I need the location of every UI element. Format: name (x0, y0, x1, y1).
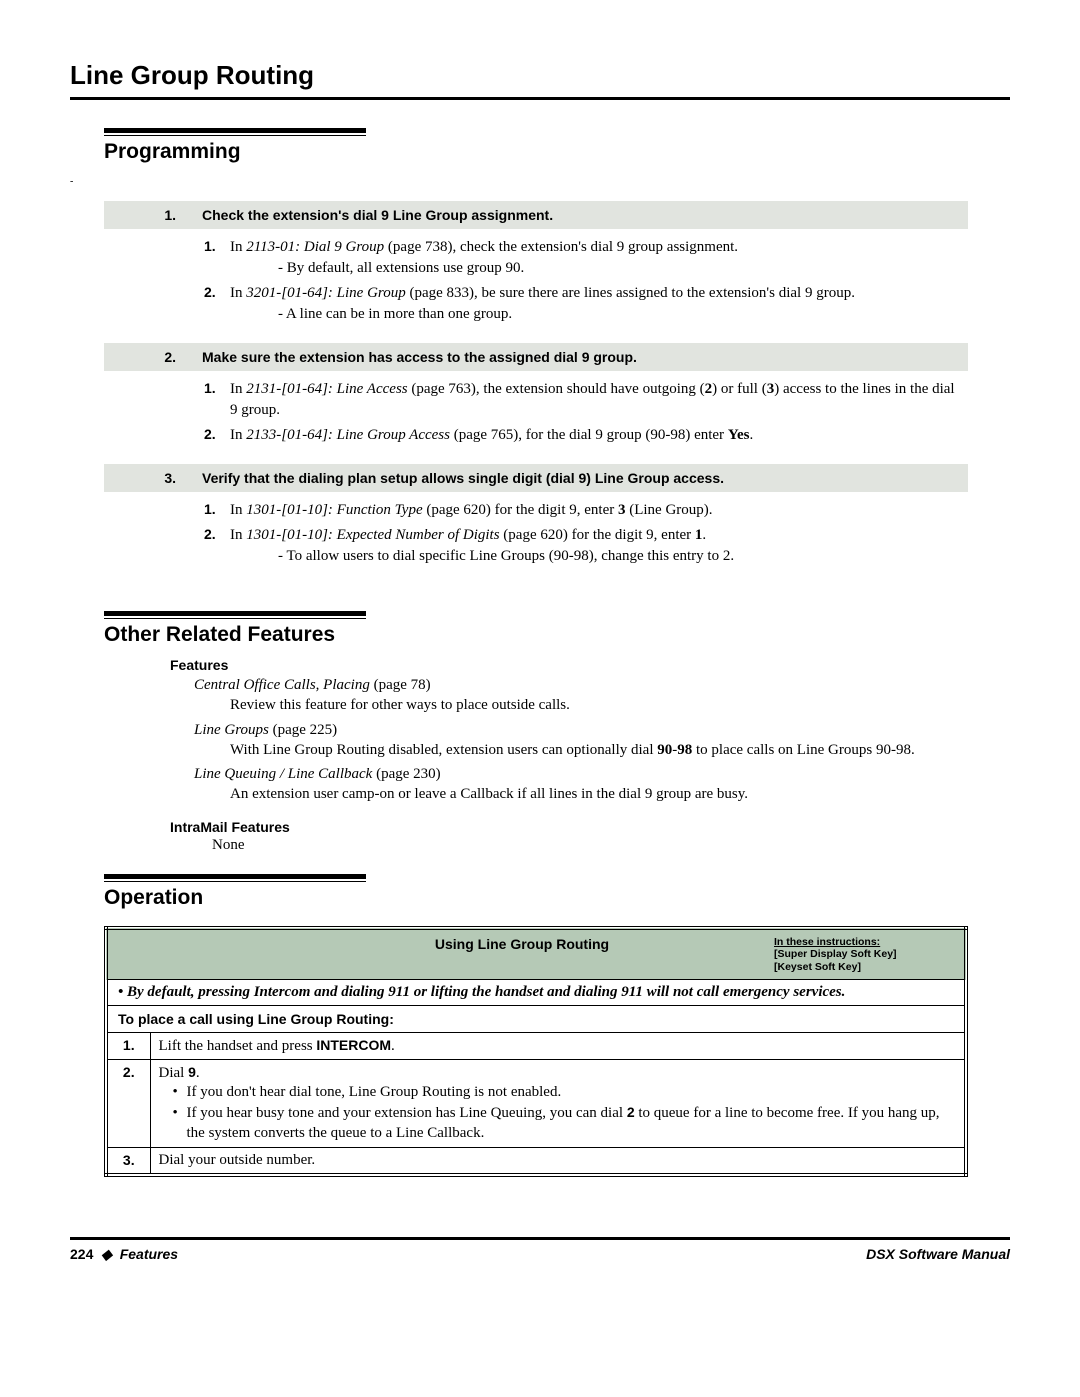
op-sub-head-row: To place a call using Line Group Routing… (106, 1006, 966, 1033)
prog-header-row: 3. Verify that the dialing plan setup al… (104, 464, 968, 492)
section-operation-head: Operation (104, 874, 1010, 910)
section-heading: Programming (104, 140, 1010, 164)
programming-table: 1. Check the extension's dial 9 Line Gro… (104, 201, 968, 585)
features-label: Features (170, 657, 1010, 673)
op-step-row: 2. Dial 9. If you don't hear dial tone, … (106, 1060, 966, 1148)
prog-header-row: 1. Check the extension's dial 9 Line Gro… (104, 201, 968, 229)
op-table-title: Using Line Group Routing (116, 936, 758, 952)
op-warning-text: By default, pressing Intercom and dialin… (132, 984, 956, 1001)
page-number: 224 (70, 1246, 93, 1262)
op-table-head: Using Line Group Routing In these instru… (106, 928, 966, 980)
prog-step-num: 1. (104, 201, 194, 229)
features-block: Features Central Office Calls, Placing (… (170, 657, 1010, 854)
feature-item: Central Office Calls, Placing (page 78) … (194, 675, 1010, 716)
prog-body-row: 1.In 2131-[01-64]: Line Access (page 763… (104, 371, 968, 464)
section-programming-head: Programming (104, 128, 1010, 164)
title-rule (70, 97, 1010, 100)
intramail-value: None (212, 837, 1010, 854)
feature-item: Line Groups (page 225) With Line Group R… (194, 720, 1010, 761)
op-table-notes: In these instructions: [Super Display So… (774, 936, 956, 974)
op-step-row: 3. Dial your outside number. (106, 1148, 966, 1176)
section-heading: Operation (104, 886, 1010, 910)
feature-item: Line Queuing / Line Callback (page 230) … (194, 764, 1010, 805)
prog-body-row: 1.In 2113-01: Dial 9 Group (page 738), c… (104, 229, 968, 343)
stray-dash: - (70, 176, 73, 187)
intramail-label: IntraMail Features (170, 819, 1010, 835)
operation-table: Using Line Group Routing In these instru… (104, 926, 968, 1178)
prog-step-title: Check the extension's dial 9 Line Group … (194, 201, 968, 229)
section-heading: Other Related Features (104, 623, 1010, 647)
section-related-head: Other Related Features (104, 611, 1010, 647)
page-title: Line Group Routing (70, 60, 1010, 91)
prog-header-row: 2. Make sure the extension has access to… (104, 343, 968, 371)
manual-title: DSX Software Manual (866, 1246, 1010, 1263)
page-footer: 224 ◆ Features DSX Software Manual (70, 1237, 1010, 1263)
prog-body-row: 1.In 1301-[01-10]: Function Type (page 6… (104, 492, 968, 585)
op-warning-row: By default, pressing Intercom and dialin… (106, 980, 966, 1006)
op-step-row: 1. Lift the handset and press INTERCOM. (106, 1033, 966, 1060)
